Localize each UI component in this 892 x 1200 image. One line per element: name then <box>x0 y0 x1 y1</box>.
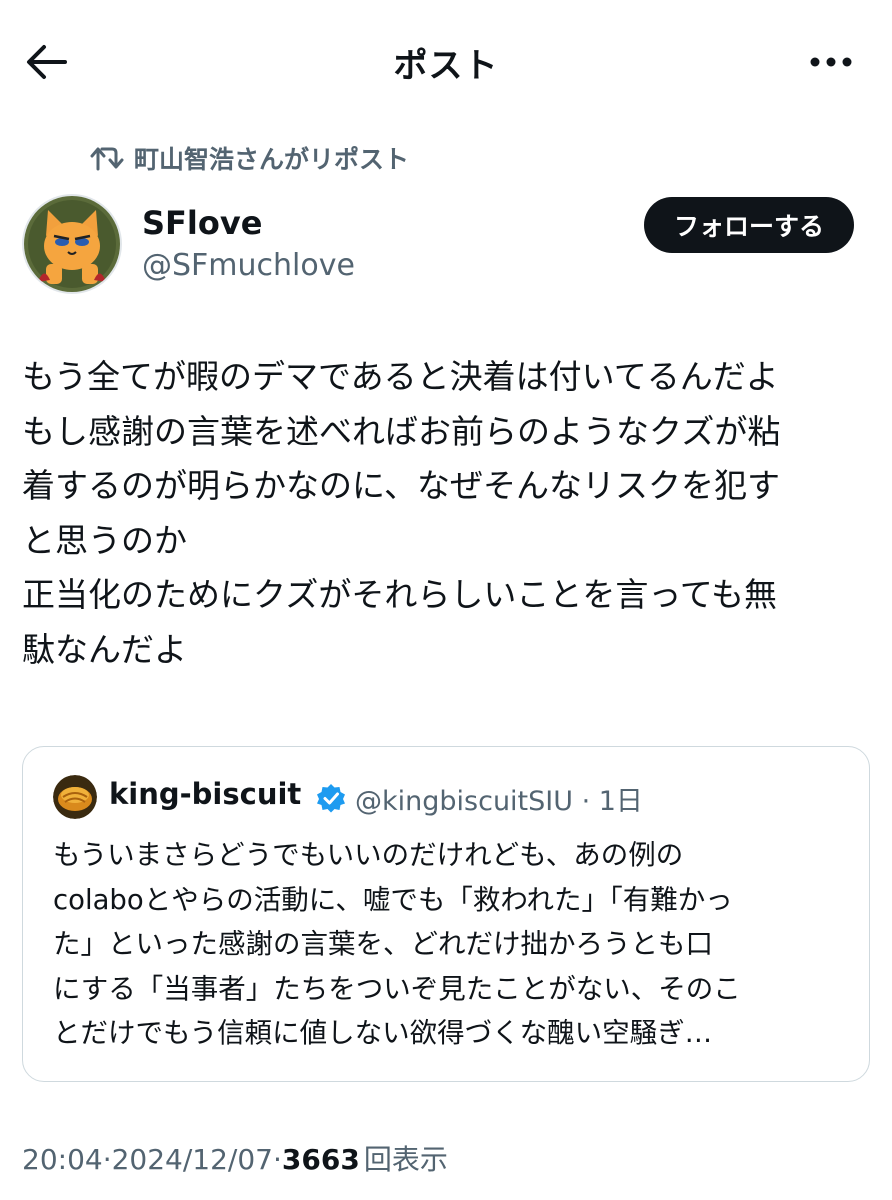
follow-button[interactable]: フォローする <box>643 197 854 253</box>
repost-icon <box>90 147 124 171</box>
repost-indicator[interactable]: 町山智浩さんがリポスト <box>90 140 409 176</box>
post-text-line: 着するのが明らかなのに、なぜそんなリスクを犯す <box>22 466 781 505</box>
post-text-line: もう全てが暇のデマであると決着は付いてるんだよ <box>22 357 779 396</box>
quoted-author-name[interactable]: king-biscuit <box>109 777 301 811</box>
post-metadata: 20:04 · 2024/12/07 · 3663 回表示 <box>22 1138 448 1178</box>
author-name[interactable]: SFlove <box>142 204 262 242</box>
post-text-line: 駄なんだよ <box>22 629 187 669</box>
quoted-text-line: colaboとやらの活動に、嘘でも「救われた」「有難かっ <box>53 883 733 916</box>
quoted-post-card[interactable]: king-biscuit @kingbiscuitSIU · 1日 もういまさら… <box>22 746 870 1082</box>
quoted-text-line: にする「当事者」たちをついぞ見たことがない、そのこ <box>53 972 741 1005</box>
views-count[interactable]: 3663 <box>282 1143 360 1176</box>
cat-avatar-image <box>24 196 120 292</box>
post-text-line: と思うのか <box>22 520 187 560</box>
verified-badge-icon <box>317 784 345 813</box>
meta-separator: · <box>102 1143 112 1176</box>
quoted-text-line: とだけでもう信頼に値しない欲得づくな醜い空騒ぎ… <box>53 1017 713 1049</box>
post-text: もう全てが暇のデマであると決着は付いてるんだよ もし感謝の言葉を述べればお前らの… <box>22 350 872 677</box>
post-text-line: 正当化のためにクズがそれらしいことを言っても無 <box>22 575 778 614</box>
page-title: ポスト <box>393 46 499 86</box>
post-text-line: もし感謝の言葉を述べればお前らのようなクズが粘 <box>22 411 781 451</box>
quoted-post-text: もういまさらどうでもいいのだけれども、あの例の colaboとやらの活動に、嘘で… <box>53 833 843 1056</box>
quoted-author-meta: @kingbiscuitSIU · 1日 <box>355 786 643 817</box>
quoted-text-line: もういまさらどうでもいいのだけれども、あの例の <box>53 839 684 871</box>
author-handle[interactable]: @SFmuchlove <box>142 248 355 283</box>
views-label: 回表示 <box>363 1143 448 1176</box>
post-date: 2024/12/07 <box>111 1143 273 1176</box>
more-horizontal-icon <box>810 57 852 67</box>
meta-separator: · <box>273 1143 282 1176</box>
author-avatar[interactable] <box>22 194 122 294</box>
post-time: 20:04 <box>22 1143 103 1176</box>
quoted-text-line: た」といった感謝の言葉を、どれだけ拙かろうとも口 <box>53 928 713 960</box>
more-options-button[interactable] <box>806 40 856 84</box>
biscuit-avatar-image <box>53 775 97 819</box>
repost-text: 町山智浩さんがリポスト <box>134 145 410 174</box>
top-bar: ポスト <box>0 0 892 120</box>
quoted-author-avatar[interactable] <box>53 775 97 819</box>
